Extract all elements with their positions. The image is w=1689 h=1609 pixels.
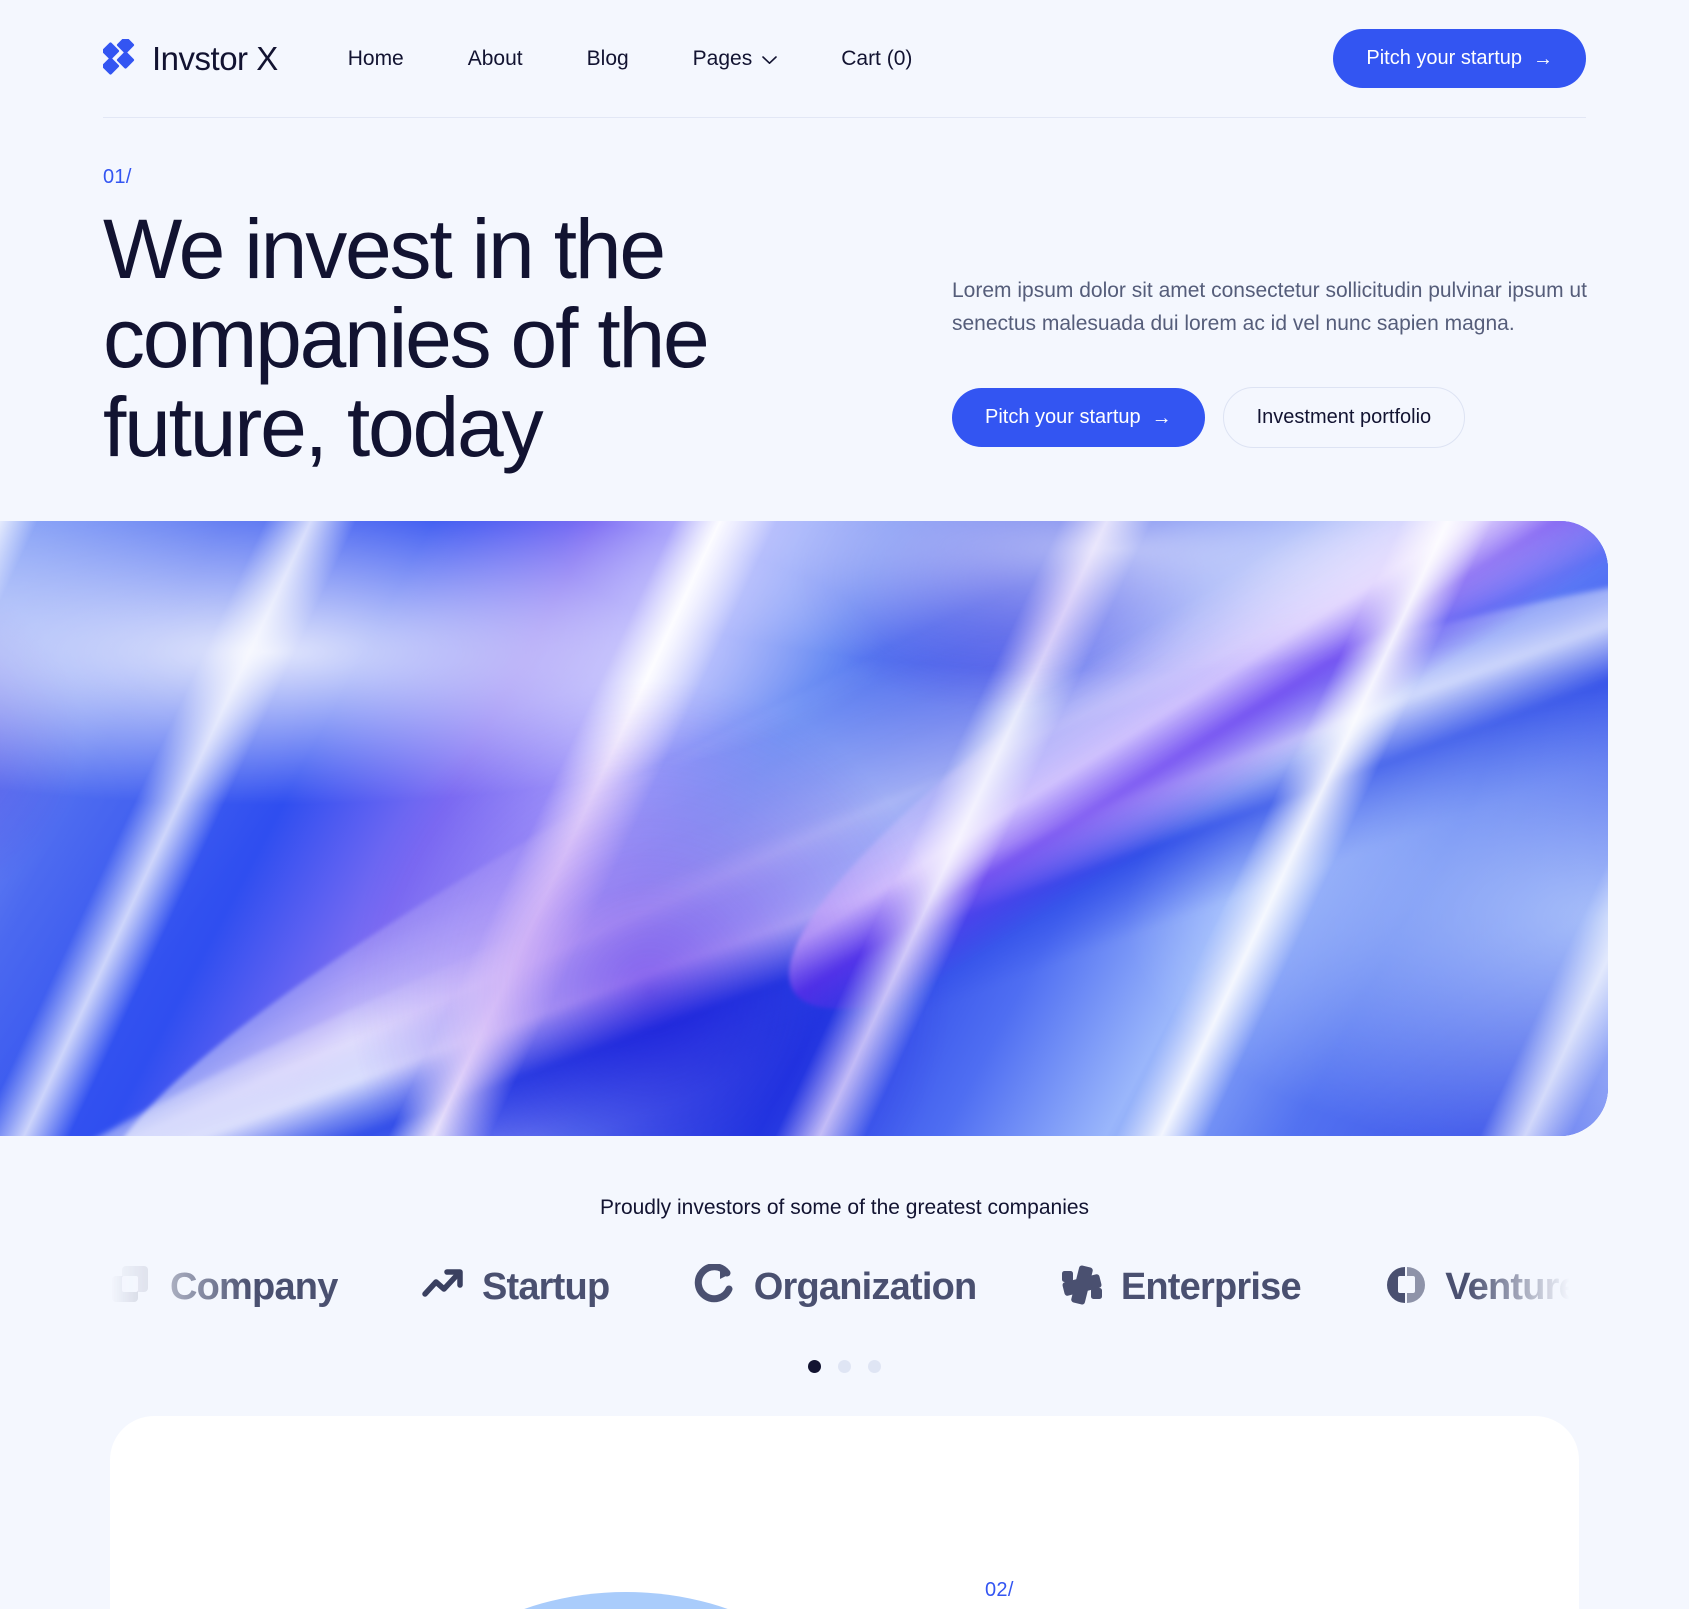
carousel-dot-2[interactable] xyxy=(838,1360,851,1373)
nav-item-about[interactable]: About xyxy=(436,39,555,79)
next-section-eyebrow: 02/ xyxy=(985,1579,1014,1601)
logo-item-organization[interactable]: Organization xyxy=(694,1262,977,1311)
carousel-dot-3[interactable] xyxy=(868,1360,881,1373)
hero-portfolio-button[interactable]: Investment portfolio xyxy=(1222,387,1466,449)
nav-label: Blog xyxy=(586,46,629,70)
nav-label: Cart (0) xyxy=(841,46,913,70)
logo-label: Startup xyxy=(481,1265,610,1308)
logo-label: Enterprise xyxy=(1120,1265,1302,1308)
hero-pitch-label: Pitch your startup xyxy=(985,406,1141,429)
carousel-dots xyxy=(0,1360,1689,1373)
arrow-right-icon: → xyxy=(1533,47,1553,70)
hero-pitch-button[interactable]: Pitch your startup → xyxy=(952,388,1205,448)
hero-section: 01/ We invest in the companies of the fu… xyxy=(0,119,1689,523)
page-title: We invest in the companies of the future… xyxy=(103,202,710,475)
logo-item-company[interactable]: Company xyxy=(110,1264,338,1311)
logo-item-venture[interactable]: Venture xyxy=(1385,1264,1580,1311)
page-root: Invstor X Home About Blog Pages Cart (0)… xyxy=(0,0,1689,1609)
logo-carousel-track: Company Startup Organization Enterprise … xyxy=(0,1252,1689,1322)
diamond-pair-logo-icon xyxy=(103,38,139,79)
logo-item-startup[interactable]: Startup xyxy=(422,1264,610,1311)
hero-portfolio-label: Investment portfolio xyxy=(1256,406,1432,429)
nav-item-blog[interactable]: Blog xyxy=(555,39,661,79)
logo-label: Company xyxy=(170,1265,338,1308)
arrow-right-icon: → xyxy=(1151,406,1172,429)
hero-description: Lorem ipsum dolor sit amet consectetur s… xyxy=(952,279,1587,335)
hero-side-block: Lorem ipsum dolor sit amet consectetur s… xyxy=(952,275,1602,449)
header-inner: Invstor X Home About Blog Pages Cart (0)… xyxy=(103,0,1586,118)
nav-item-pages[interactable]: Pages xyxy=(661,39,810,79)
overlapping-squares-icon xyxy=(110,1264,152,1311)
hero-eyebrow: 01/ xyxy=(103,166,132,188)
logo-label: Venture xyxy=(1445,1265,1580,1308)
nav-item-cart[interactable]: Cart (0) xyxy=(809,39,944,79)
next-section-card: 02/ xyxy=(110,1416,1579,1609)
hero-image-layer-sheen xyxy=(0,521,1608,1136)
chevron-down-icon xyxy=(762,56,778,65)
decorative-blue-blob xyxy=(406,1592,846,1609)
carousel-dot-1[interactable] xyxy=(808,1360,821,1373)
brand-name: Invstor X xyxy=(152,39,278,77)
nav-label: About xyxy=(467,46,523,70)
logo-carousel-section: Proudly investors of some of the greates… xyxy=(0,1136,1689,1416)
logo-item-enterprise[interactable]: Enterprise xyxy=(1061,1264,1302,1311)
nav-item-home[interactable]: Home xyxy=(316,39,436,79)
logo-label: Organization xyxy=(753,1265,977,1308)
half-circle-square-icon xyxy=(1385,1264,1427,1311)
brand-logo[interactable]: Invstor X xyxy=(103,38,278,79)
nav-label: Pages xyxy=(692,46,753,70)
header-pitch-button[interactable]: Pitch your startup → xyxy=(1333,29,1586,88)
header-pitch-label: Pitch your startup xyxy=(1366,47,1522,69)
cross-blocks-icon xyxy=(1061,1264,1103,1311)
site-header: Invstor X Home About Blog Pages Cart (0)… xyxy=(0,0,1689,119)
main-nav: Home About Blog Pages Cart (0) xyxy=(316,39,945,79)
hero-abstract-image xyxy=(0,521,1608,1136)
hero-text-block: 01/ We invest in the companies of the fu… xyxy=(103,166,843,472)
broken-circle-icon xyxy=(694,1262,736,1311)
trend-arrow-icon xyxy=(422,1264,464,1311)
hero-actions: Pitch your startup → Investment portfoli… xyxy=(952,387,1602,449)
nav-label: Home xyxy=(347,46,404,70)
logos-heading: Proudly investors of some of the greates… xyxy=(599,1196,1090,1219)
